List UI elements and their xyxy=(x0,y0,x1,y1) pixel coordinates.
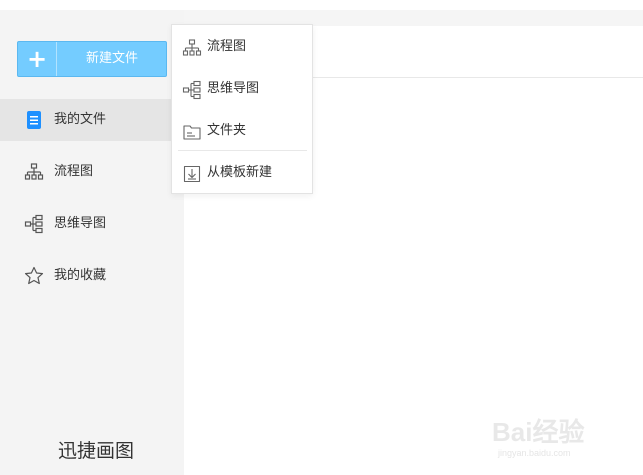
watermark-text: Bai经验 xyxy=(492,417,585,447)
menu-item-mindmap[interactable]: 思维导图 xyxy=(172,69,312,109)
new-file-button-label: 新建文件 xyxy=(85,51,138,66)
template-import-icon xyxy=(182,164,202,184)
sidebar-item-label: 流程图 xyxy=(54,164,94,179)
flowchart-icon xyxy=(24,162,44,182)
mindmap-icon xyxy=(182,80,202,100)
sidebar-item-favorites[interactable]: 我的收藏 xyxy=(0,255,184,297)
document-icon xyxy=(24,110,44,130)
brand-name: 迅捷画图 xyxy=(58,440,135,462)
top-bar xyxy=(0,0,643,10)
sidebar-item-label: 我的收藏 xyxy=(54,268,107,283)
mindmap-icon xyxy=(24,214,44,234)
new-file-dropdown-menu: 流程图 思维导图 文件夹 从模板新建 xyxy=(171,24,313,194)
menu-item-flowchart[interactable]: 流程图 xyxy=(172,27,312,67)
sidebar-item-label: 我的文件 xyxy=(54,112,107,127)
watermark-url: jingyan.baidu.com xyxy=(498,448,571,458)
header-divider xyxy=(312,77,643,78)
new-file-button[interactable]: + 新建文件 xyxy=(17,41,167,77)
menu-item-folder[interactable]: 文件夹 xyxy=(172,111,312,151)
flowchart-icon xyxy=(182,38,202,58)
sidebar-item-mindmap[interactable]: 思维导图 xyxy=(0,203,184,245)
sidebar-item-my-files[interactable]: 我的文件 xyxy=(0,99,184,141)
baidu-jingyan-watermark: Bai经验 jingyan.baidu.com xyxy=(492,404,607,464)
menu-item-label: 流程图 xyxy=(207,39,247,54)
menu-item-new-from-template[interactable]: 从模板新建 xyxy=(172,153,312,193)
star-icon xyxy=(24,266,44,286)
sidebar-item-label: 思维导图 xyxy=(54,216,107,231)
sidebar-item-flowchart[interactable]: 流程图 xyxy=(0,151,184,193)
menu-item-label: 文件夹 xyxy=(207,123,247,138)
menu-item-label: 思维导图 xyxy=(207,81,260,96)
menu-divider xyxy=(178,150,307,151)
folder-icon xyxy=(182,122,202,142)
menu-item-label: 从模板新建 xyxy=(207,165,273,180)
plus-icon: + xyxy=(26,45,48,73)
